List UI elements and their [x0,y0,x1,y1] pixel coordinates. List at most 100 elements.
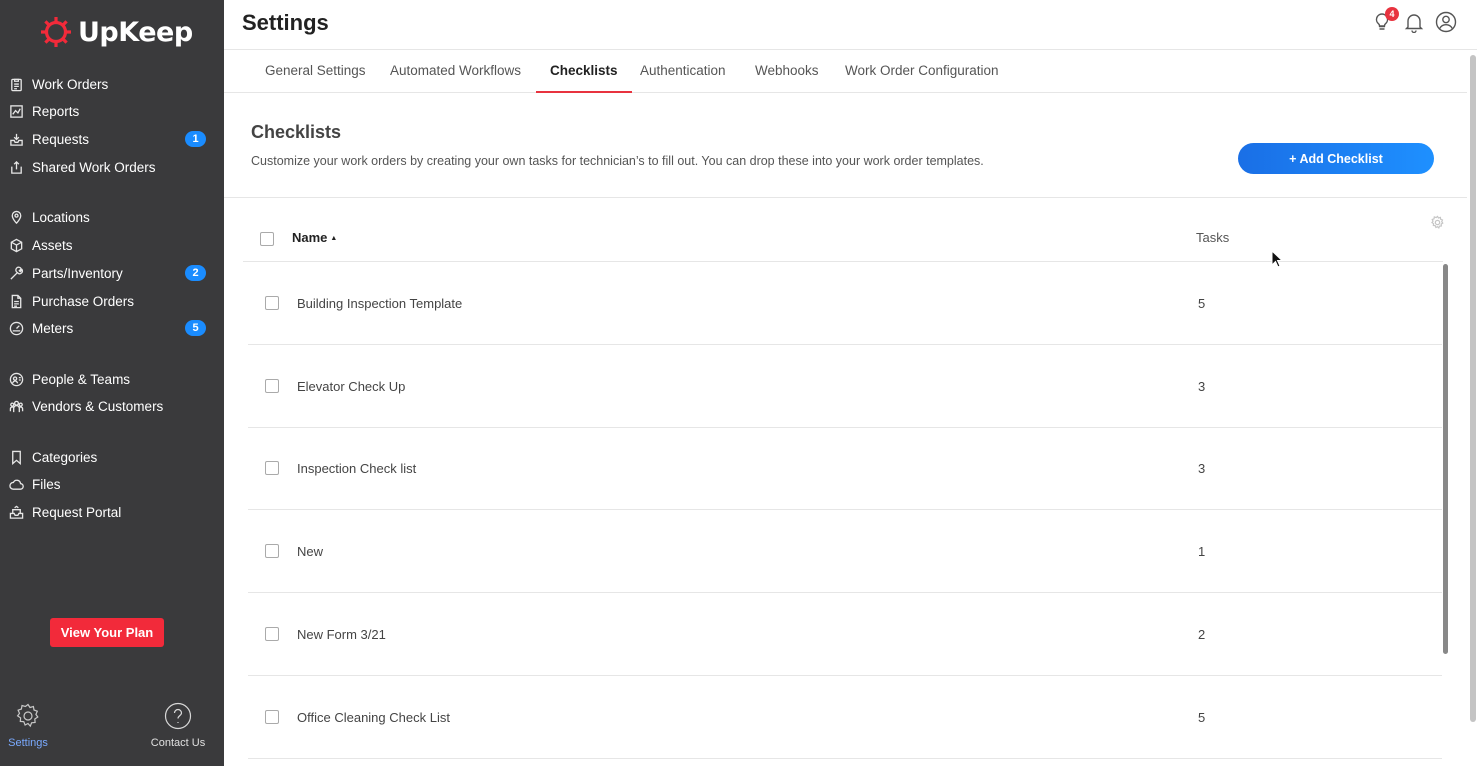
logo-text: UpKeep [78,16,193,48]
pin-icon [8,209,24,225]
page-scrollbar[interactable] [1470,55,1476,722]
sidebar-item-label: Purchase Orders [32,293,135,309]
sidebar-item-label: Vendors & Customers [32,398,164,414]
cube-icon [8,237,24,253]
sidebar-item-assets[interactable]: Assets [0,232,224,258]
checklist-table-body: Building Inspection Template 5 Elevator … [248,262,1442,766]
sidebar-item-shared-work-orders[interactable]: Shared Work Orders [0,154,224,180]
table-row[interactable]: Inspection Check list 3 [248,427,1442,510]
row-checkbox[interactable] [265,627,279,641]
table-row[interactable]: Elevator Check Up 3 [248,345,1442,428]
name-column-label: Name [292,230,328,245]
people-icon [8,371,24,387]
chart-icon [8,103,24,119]
row-checkbox[interactable] [265,379,279,393]
cloud-icon [8,476,24,492]
sidebar-item-locations[interactable]: Locations [0,204,224,230]
checklists-header: Checklists Customize your work orders by… [224,94,1467,198]
sidebar-item-reports[interactable]: Reports [0,98,224,124]
checklist-task-count: 3 [1198,461,1206,476]
page-title: Settings [242,10,329,35]
gear-icon [1431,215,1444,230]
notifications-button[interactable] [1403,11,1425,34]
table-row[interactable]: New Form 3/21 2 [248,593,1442,676]
mouse-pointer-icon [1271,250,1283,268]
sidebar-item-meters[interactable]: Meters 5 [0,315,224,341]
parts-count-badge: 2 [185,265,206,281]
sidebar: UpKeep Work Orders Reports Requests 1 Sh… [0,0,224,766]
table-scrollbar[interactable] [1443,264,1448,654]
contact-us-label: Contact Us [150,737,206,749]
sidebar-item-files[interactable]: Files [0,471,224,497]
sidebar-item-label: Work Orders [32,76,109,92]
table-header: Name ▲ Tasks [243,222,1443,262]
tab-webhooks[interactable]: Webhooks [741,50,833,93]
sidebar-item-label: Shared Work Orders [32,159,156,175]
sidebar-item-people-teams[interactable]: People & Teams [0,366,224,392]
notification-count-badge: 4 [1385,7,1399,21]
user-profile-button[interactable] [1435,11,1457,33]
share-icon [8,159,24,175]
checklist-name: New Form 3/21 [297,627,386,642]
inbox-icon [8,131,24,147]
sidebar-item-purchase-orders[interactable]: Purchase Orders [0,288,224,314]
meters-count-badge: 5 [185,320,206,336]
checklist-name: Building Inspection Template [297,296,463,311]
section-description: Customize your work orders by creating y… [251,154,984,168]
table-row[interactable]: Office Cleaning Check List 5 [248,676,1442,759]
column-settings-button[interactable] [1430,215,1445,230]
name-column-header[interactable]: Name ▲ [292,230,337,245]
bell-icon [1404,14,1424,34]
sidebar-item-label: Meters [32,320,74,336]
sidebar-item-work-orders[interactable]: Work Orders [0,71,224,97]
checklist-task-count: 5 [1198,296,1206,311]
add-checklist-button[interactable]: + Add Checklist [1238,143,1434,174]
bookmark-icon [8,449,24,465]
row-checkbox[interactable] [265,710,279,724]
sidebar-item-label: Locations [32,209,90,225]
select-all-checkbox[interactable] [260,232,274,246]
tab-general-settings[interactable]: General Settings [251,50,380,93]
sidebar-item-label: Assets [32,237,73,253]
settings-nav-button[interactable]: Settings [0,702,68,749]
tips-button[interactable]: 4 [1371,7,1399,33]
group-icon [8,398,24,414]
settings-label: Settings [8,737,48,749]
tab-authentication[interactable]: Authentication [626,50,740,93]
view-plan-button[interactable]: View Your Plan [50,618,164,647]
sidebar-item-label: Reports [32,103,80,119]
section-title: Checklists [251,122,342,142]
checklist-name: Elevator Check Up [297,379,406,394]
checklist-name: Office Cleaning Check List [297,710,450,725]
gear-logo-icon [41,17,71,47]
wrench-icon [8,265,24,281]
sidebar-item-request-portal[interactable]: Request Portal [0,499,224,525]
contact-us-button[interactable]: Contact Us [138,702,218,749]
upkeep-logo[interactable]: UpKeep [38,12,193,52]
gauge-icon [8,320,24,336]
sidebar-item-parts-inventory[interactable]: Parts/Inventory 2 [0,260,224,286]
checklist-task-count: 2 [1198,627,1206,642]
table-row[interactable]: New 1 [248,510,1442,593]
row-checkbox[interactable] [265,544,279,558]
tasks-column-header[interactable]: Tasks [1196,230,1229,245]
sidebar-item-requests[interactable]: Requests 1 [0,126,224,152]
clipboard-icon [8,76,24,92]
checklist-name: Inspection Check list [297,461,417,476]
tab-checklists[interactable]: Checklists [536,50,632,93]
sidebar-item-categories[interactable]: Categories [0,444,224,470]
help-circle-icon [164,702,192,730]
sidebar-item-label: Requests [32,131,90,147]
sidebar-item-vendors-customers[interactable]: Vendors & Customers [0,393,224,419]
user-avatar-icon [1435,11,1457,33]
document-icon [8,293,24,309]
sidebar-item-label: People & Teams [32,371,131,387]
row-checkbox[interactable] [265,461,279,475]
checklist-task-count: 5 [1198,710,1206,725]
row-checkbox[interactable] [265,296,279,310]
top-header: Settings 4 [224,0,1477,50]
table-row[interactable]: Building Inspection Template 5 [248,262,1442,345]
gear-icon [16,703,39,728]
tab-work-order-configuration[interactable]: Work Order Configuration [831,50,1013,93]
tab-automated-workflows[interactable]: Automated Workflows [376,50,535,93]
